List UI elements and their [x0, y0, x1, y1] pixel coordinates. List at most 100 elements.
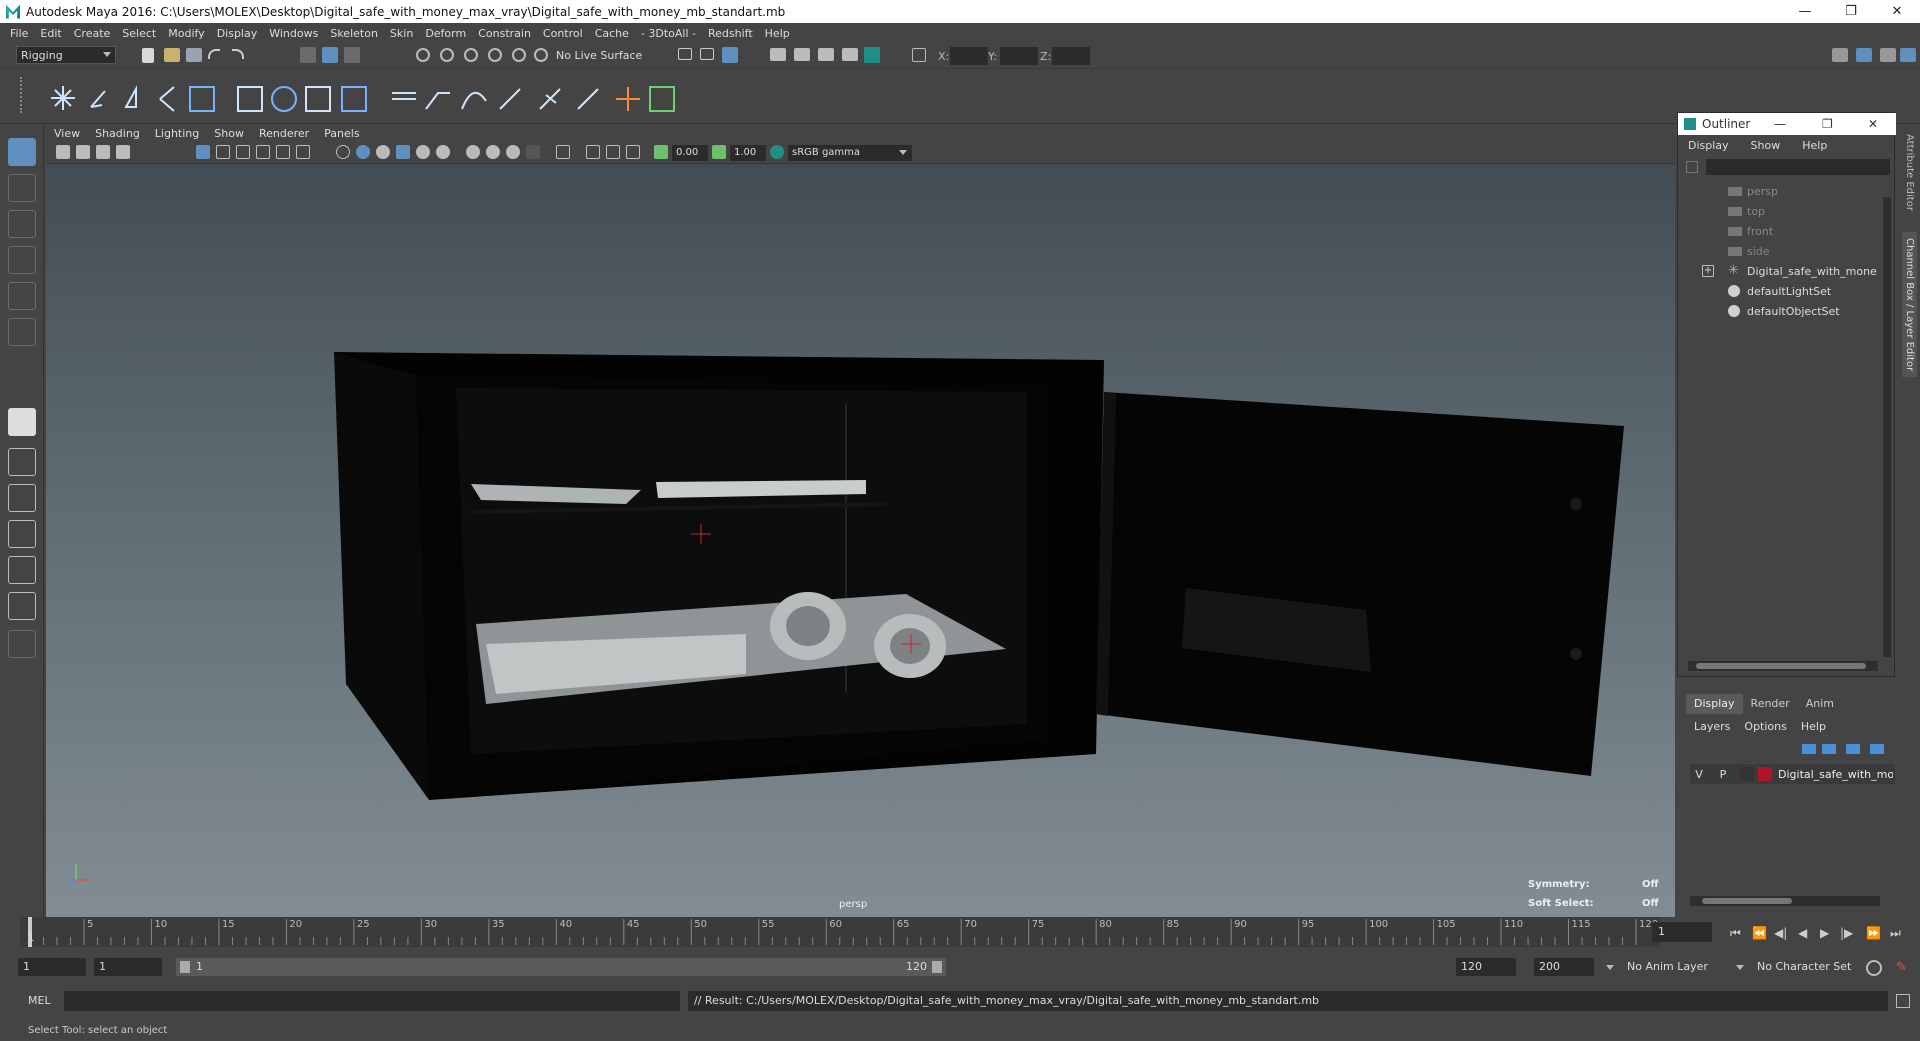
outliner-horizontal-scrollbar[interactable] — [1688, 661, 1878, 671]
scroll-thumb[interactable] — [1702, 898, 1792, 904]
layer-visibility-toggle[interactable]: V — [1690, 768, 1708, 781]
move-tool-icon[interactable] — [8, 246, 36, 274]
snap-surface-icon[interactable] — [512, 48, 526, 62]
step-forward-key-icon[interactable]: ⏩ — [1866, 926, 1881, 940]
menu-select[interactable]: Select — [122, 27, 156, 40]
color-space-dropdown[interactable]: sRGB gamma — [788, 145, 912, 161]
minimize-button[interactable]: — — [1782, 0, 1828, 23]
viewport-menu-panels[interactable]: Panels — [324, 127, 359, 140]
step-back-frame-icon[interactable]: ◀| — [1774, 926, 1787, 940]
script-editor-icon[interactable] — [1896, 994, 1910, 1008]
shelf-handle[interactable] — [20, 77, 34, 113]
viewport-menu-lighting[interactable]: Lighting — [155, 127, 199, 140]
menu-create[interactable]: Create — [74, 27, 111, 40]
render-frame-icon[interactable] — [770, 48, 786, 61]
output-ops-icon[interactable] — [700, 48, 714, 60]
grid-toggle-icon[interactable] — [196, 145, 210, 159]
command-input[interactable] — [64, 991, 680, 1011]
construction-history-icon[interactable] — [722, 47, 738, 63]
outliner-layout-icon[interactable] — [8, 592, 36, 620]
menu-skeleton[interactable]: Skeleton — [330, 27, 378, 40]
tab-anim[interactable]: Anim — [1798, 694, 1842, 714]
field-chart-icon[interactable] — [276, 145, 290, 159]
outliner-maximize-button[interactable]: ❐ — [1822, 117, 1833, 131]
paint-select-tool-icon[interactable] — [8, 210, 36, 238]
motion-blur-icon[interactable] — [486, 145, 500, 159]
anim-layer-dropdown[interactable]: No Anim Layer — [1622, 958, 1732, 976]
redo-icon[interactable] — [232, 49, 244, 59]
menu-cache[interactable]: Cache — [595, 27, 629, 40]
outliner-item-top[interactable]: top — [1678, 201, 1878, 221]
character-set-dropdown[interactable]: No Character Set — [1752, 958, 1862, 976]
safe-action-icon[interactable] — [296, 145, 310, 159]
hypershade-icon[interactable] — [842, 48, 858, 61]
image-plane-icon[interactable] — [96, 145, 110, 159]
toggle-channel-box-icon[interactable] — [1856, 48, 1872, 62]
time-slider[interactable]: 5 10 15 20 25 30 35 40 45 50 55 60 65 70 75 80 85 90 95 100… — [20, 917, 1660, 947]
ambient-occlusion-icon[interactable] — [466, 145, 480, 159]
end-time-field[interactable]: 200 — [1534, 958, 1594, 976]
auto-key-icon[interactable] — [1866, 960, 1882, 976]
viewport-panel[interactable]: View Shading Lighting Show Renderer Pane… — [46, 124, 1675, 917]
layer-color-swatch[interactable] — [1758, 767, 1772, 781]
range-start-handle[interactable] — [180, 961, 190, 973]
go-to-start-icon[interactable]: ⏮ — [1730, 926, 1741, 941]
menu-deform[interactable]: Deform — [425, 27, 466, 40]
toggle-tool-settings-icon[interactable] — [1880, 48, 1896, 62]
animation-preferences-icon[interactable]: ✎ — [1896, 960, 1912, 976]
start-time-field[interactable]: 1 — [18, 958, 86, 976]
lasso-tool-icon[interactable] — [8, 174, 36, 202]
xray-joints-icon[interactable] — [626, 145, 640, 159]
channel-box-tab[interactable]: Channel Box / Layer Editor — [1902, 232, 1917, 378]
menu-modify[interactable]: Modify — [168, 27, 204, 40]
menu-edit[interactable]: Edit — [40, 27, 61, 40]
select-object-icon[interactable] — [322, 47, 338, 63]
toggle-attribute-editor-icon[interactable] — [1900, 48, 1916, 62]
layout-options-icon[interactable] — [8, 630, 36, 658]
gamma-field[interactable]: 1.00 — [730, 145, 766, 161]
layer-playback-toggle[interactable]: P — [1714, 768, 1732, 781]
mode-selector[interactable]: Rigging — [16, 46, 116, 64]
depth-of-field-icon[interactable] — [526, 145, 540, 159]
range-end-handle[interactable] — [932, 961, 942, 973]
layer-scrollbar[interactable] — [1690, 896, 1880, 906]
exposure-field[interactable]: 0.00 — [672, 145, 708, 161]
gate-mask-icon[interactable] — [256, 145, 270, 159]
camera-attributes-icon[interactable] — [56, 145, 70, 159]
undo-icon[interactable] — [208, 49, 220, 59]
menu-file[interactable]: File — [10, 27, 28, 40]
scale-tool-icon[interactable] — [8, 318, 36, 346]
outliner-minimize-button[interactable]: — — [1774, 117, 1786, 131]
expand-icon[interactable]: + — [1702, 265, 1714, 277]
close-button[interactable]: ✕ — [1874, 0, 1920, 23]
chevron-down-icon[interactable] — [1606, 965, 1614, 970]
layer-row[interactable]: V P Digital_safe_with_mor — [1690, 764, 1895, 784]
shadows-icon[interactable] — [436, 145, 450, 159]
rotate-tool-icon[interactable] — [8, 282, 36, 310]
playback-end-field[interactable]: 120 — [1456, 958, 1516, 976]
new-scene-icon[interactable] — [142, 48, 154, 63]
y-field[interactable] — [1000, 47, 1038, 65]
new-layer-selected-icon[interactable] — [1870, 744, 1884, 754]
layer-menu-options[interactable]: Options — [1744, 720, 1786, 733]
snap-curve-icon[interactable] — [440, 48, 454, 62]
layer-menu-layers[interactable]: Layers — [1694, 720, 1730, 733]
script-language-label[interactable]: MEL — [28, 994, 51, 1007]
color-management-icon[interactable] — [770, 145, 784, 159]
step-back-key-icon[interactable]: ⏪ — [1752, 926, 1767, 940]
transform-mode-icon[interactable] — [912, 48, 926, 62]
vray-render-icon[interactable] — [864, 47, 880, 63]
viewport-menu-renderer[interactable]: Renderer — [259, 127, 309, 140]
wireframe-icon[interactable] — [336, 145, 350, 159]
step-forward-frame-icon[interactable]: |▶ — [1840, 926, 1853, 940]
exposure-icon[interactable] — [654, 145, 668, 159]
xray-active-icon[interactable] — [606, 145, 620, 159]
outliner-vertical-scrollbar[interactable] — [1883, 197, 1891, 657]
input-ops-icon[interactable] — [678, 48, 692, 60]
menu-3dtoall[interactable]: - 3DtoAll - — [641, 27, 696, 40]
snap-grid-icon[interactable] — [416, 48, 430, 62]
z-field[interactable] — [1052, 47, 1090, 65]
xray-icon[interactable] — [586, 145, 600, 159]
gamma-icon[interactable] — [712, 145, 726, 159]
tab-render[interactable]: Render — [1743, 694, 1798, 714]
